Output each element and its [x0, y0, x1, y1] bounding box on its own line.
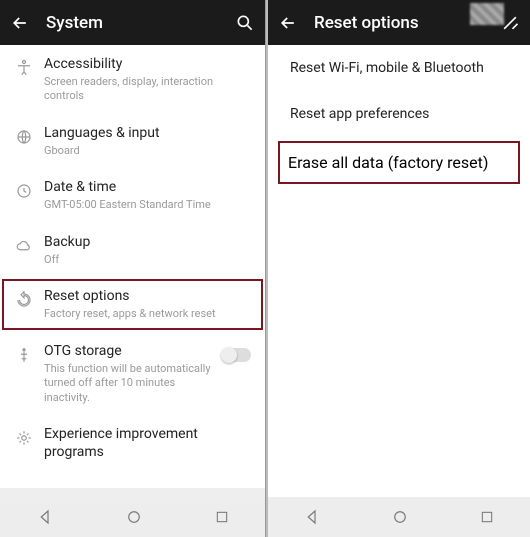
sparkle-icon: [8, 429, 40, 447]
appbar-title: System: [46, 13, 235, 33]
accessibility-icon: [8, 59, 40, 77]
nav-home-icon[interactable]: [391, 508, 409, 526]
search-icon[interactable]: [235, 13, 255, 33]
obscured-region: [470, 3, 504, 25]
navbar: [0, 497, 265, 537]
item-label: OTG storage: [44, 342, 223, 360]
item-sublabel: Factory reset, apps & network reset: [44, 307, 251, 321]
nav-back-icon[interactable]: [303, 508, 321, 526]
reset-item-reset-wi-fi-mobile-bluetooth[interactable]: Reset Wi-Fi, mobile & Bluetooth: [268, 45, 530, 91]
back-icon[interactable]: [10, 13, 30, 33]
reset-item-reset-app-preferences[interactable]: Reset app preferences: [268, 91, 530, 137]
item-label: Reset Wi-Fi, mobile & Bluetooth: [290, 59, 516, 77]
item-label: Experience improvement programs: [44, 425, 251, 461]
appbar-system: System: [0, 0, 265, 45]
item-label: Languages & input: [44, 124, 251, 142]
settings-item-backup[interactable]: Backup Off: [0, 223, 265, 277]
navbar: [268, 497, 530, 537]
item-label: Recent app management: [44, 481, 251, 497]
globe-icon: [8, 128, 40, 146]
item-label: Accessibility: [44, 55, 251, 73]
reset-options-list: Reset Wi-Fi, mobile & Bluetooth Reset app…: [268, 45, 530, 497]
reset-item-erase-all-data-factory-reset-[interactable]: Erase all data (factory reset): [278, 141, 520, 184]
nav-recent-icon[interactable]: [214, 509, 230, 525]
nav-home-icon[interactable]: [125, 508, 143, 526]
item-sublabel: Gboard: [44, 144, 251, 158]
settings-item-accessibility[interactable]: Accessibility Screen readers, display, in…: [0, 45, 265, 114]
settings-item-languages-input[interactable]: Languages & input Gboard: [0, 114, 265, 168]
reset-options-panel: Reset options Reset Wi-Fi, mobile & Blue…: [268, 0, 530, 537]
otg-toggle[interactable]: [223, 348, 251, 362]
nav-back-icon[interactable]: [36, 508, 54, 526]
item-sublabel: GMT-05:00 Eastern Standard Time: [44, 198, 251, 212]
item-label: Reset options: [44, 287, 251, 305]
settings-item-reset-options[interactable]: Reset options Factory reset, apps & netwo…: [0, 277, 265, 331]
appbar-reset: Reset options: [268, 0, 530, 45]
item-label: Erase all data (factory reset): [288, 153, 510, 172]
item-label: Reset app preferences: [290, 105, 516, 123]
item-sublabel: Off: [44, 253, 251, 267]
item-label: Backup: [44, 233, 251, 251]
system-settings-panel: System Accessibility Screen readers, disp…: [0, 0, 266, 537]
settings-item-date-time[interactable]: Date & time GMT-05:00 Eastern Standard Ti…: [0, 168, 265, 222]
settings-item-otg-storage[interactable]: OTG storage This function will be automat…: [0, 332, 265, 415]
overflow-icon[interactable]: [500, 13, 520, 33]
recent-icon: [8, 485, 40, 497]
settings-list: Accessibility Screen readers, display, in…: [0, 45, 265, 497]
cloud-icon: [8, 237, 40, 255]
nav-recent-icon[interactable]: [479, 509, 495, 525]
usb-icon: [8, 346, 40, 364]
item-sublabel: This function will be automatically turn…: [44, 362, 223, 405]
clock-icon: [8, 182, 40, 200]
item-label: Date & time: [44, 178, 251, 196]
item-sublabel: Screen readers, display, interaction con…: [44, 75, 251, 104]
settings-item-recent-app-management[interactable]: Recent app management: [0, 471, 265, 497]
settings-item-experience-improvement-programs[interactable]: Experience improvement programs: [0, 415, 265, 471]
back-icon[interactable]: [278, 13, 298, 33]
reset-icon: [8, 291, 40, 309]
